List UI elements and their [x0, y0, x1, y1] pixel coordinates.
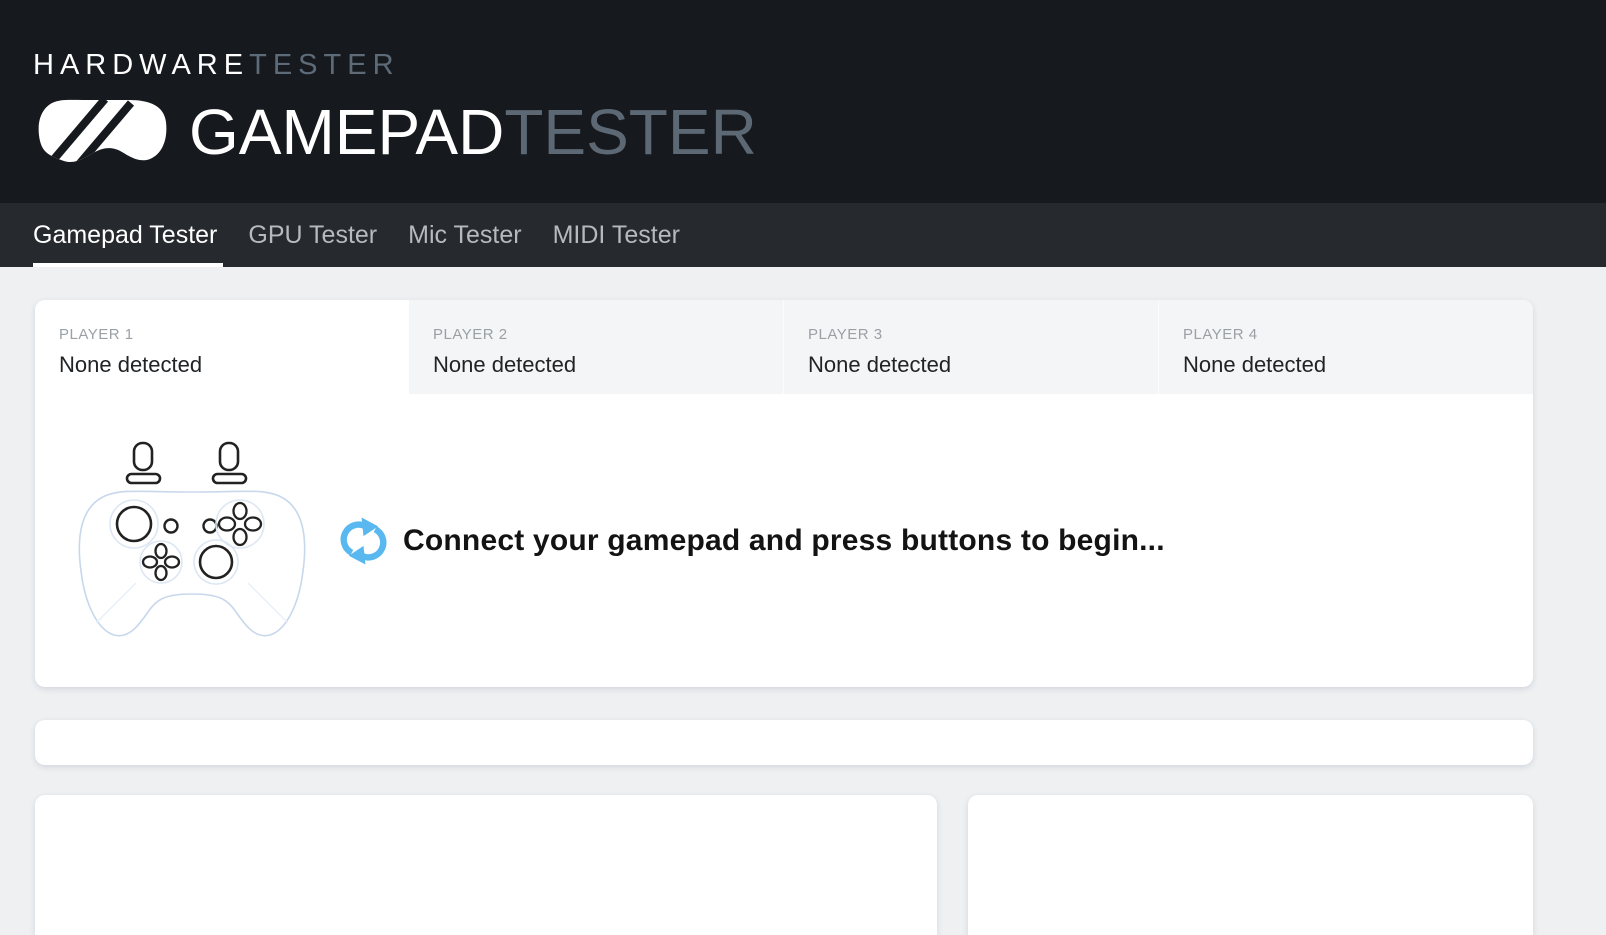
gamepad-panel-body: Connect your gamepad and press buttons t… [35, 394, 1533, 687]
bottom-left-panel [35, 795, 937, 935]
player-2-status: None detected [433, 352, 577, 377]
refresh-icon [340, 516, 387, 566]
player-tab-4[interactable]: PLAYER 4 None detected [1158, 300, 1533, 394]
brand-primary: HARDWARE [33, 49, 250, 81]
player-4-label: PLAYER 4 [1183, 326, 1258, 343]
content-area: PLAYER 1 None detected PLAYER 2 None det… [0, 300, 1606, 935]
brand-secondary: TESTER [249, 49, 400, 81]
player-4-status: None detected [1183, 352, 1327, 377]
bottom-right-panel [968, 795, 1533, 935]
bottom-row [35, 795, 1533, 935]
connect-message: Connect your gamepad and press buttons t… [340, 516, 1165, 566]
page-title-row: GAMEPADTESTER [33, 97, 1606, 167]
player-1-label: PLAYER 1 [59, 326, 134, 343]
player-3-status: None detected [808, 352, 952, 377]
gamepad-outline-illustration [72, 431, 312, 651]
page-title: GAMEPADTESTER [189, 97, 757, 167]
gamepad-panel: PLAYER 1 None detected PLAYER 2 None det… [35, 300, 1533, 687]
page: HARDWARETESTER GAMEPADTESTER Gamepad Tes… [0, 0, 1606, 935]
main-nav: Gamepad Tester GPU Tester Mic Tester MID… [0, 203, 1606, 267]
site-header: HARDWARETESTER GAMEPADTESTER [0, 0, 1606, 203]
nav-item-mic-tester[interactable]: Mic Tester [408, 203, 521, 267]
page-title-primary: GAMEPAD [189, 95, 505, 168]
page-title-secondary: TESTER [504, 95, 757, 168]
player-tab-3[interactable]: PLAYER 3 None detected [783, 300, 1158, 394]
nav-item-midi-tester[interactable]: MIDI Tester [553, 203, 680, 267]
player-1-status: None detected [59, 352, 203, 377]
player-tab-1[interactable]: PLAYER 1 None detected [35, 300, 409, 394]
nav-item-gamepad-tester[interactable]: Gamepad Tester [33, 203, 224, 267]
player-tab-2[interactable]: PLAYER 2 None detected [409, 300, 783, 394]
nav-item-gpu-tester[interactable]: GPU Tester [248, 203, 377, 267]
site-brand-link[interactable]: HARDWARETESTER [33, 49, 1606, 82]
connect-message-text: Connect your gamepad and press buttons t… [403, 523, 1165, 557]
player-2-label: PLAYER 2 [433, 326, 508, 343]
gamepad-logo-icon [33, 97, 171, 167]
empty-panel [35, 720, 1533, 765]
player-tabs: PLAYER 1 None detected PLAYER 2 None det… [35, 300, 1533, 394]
player-3-label: PLAYER 3 [808, 326, 883, 343]
